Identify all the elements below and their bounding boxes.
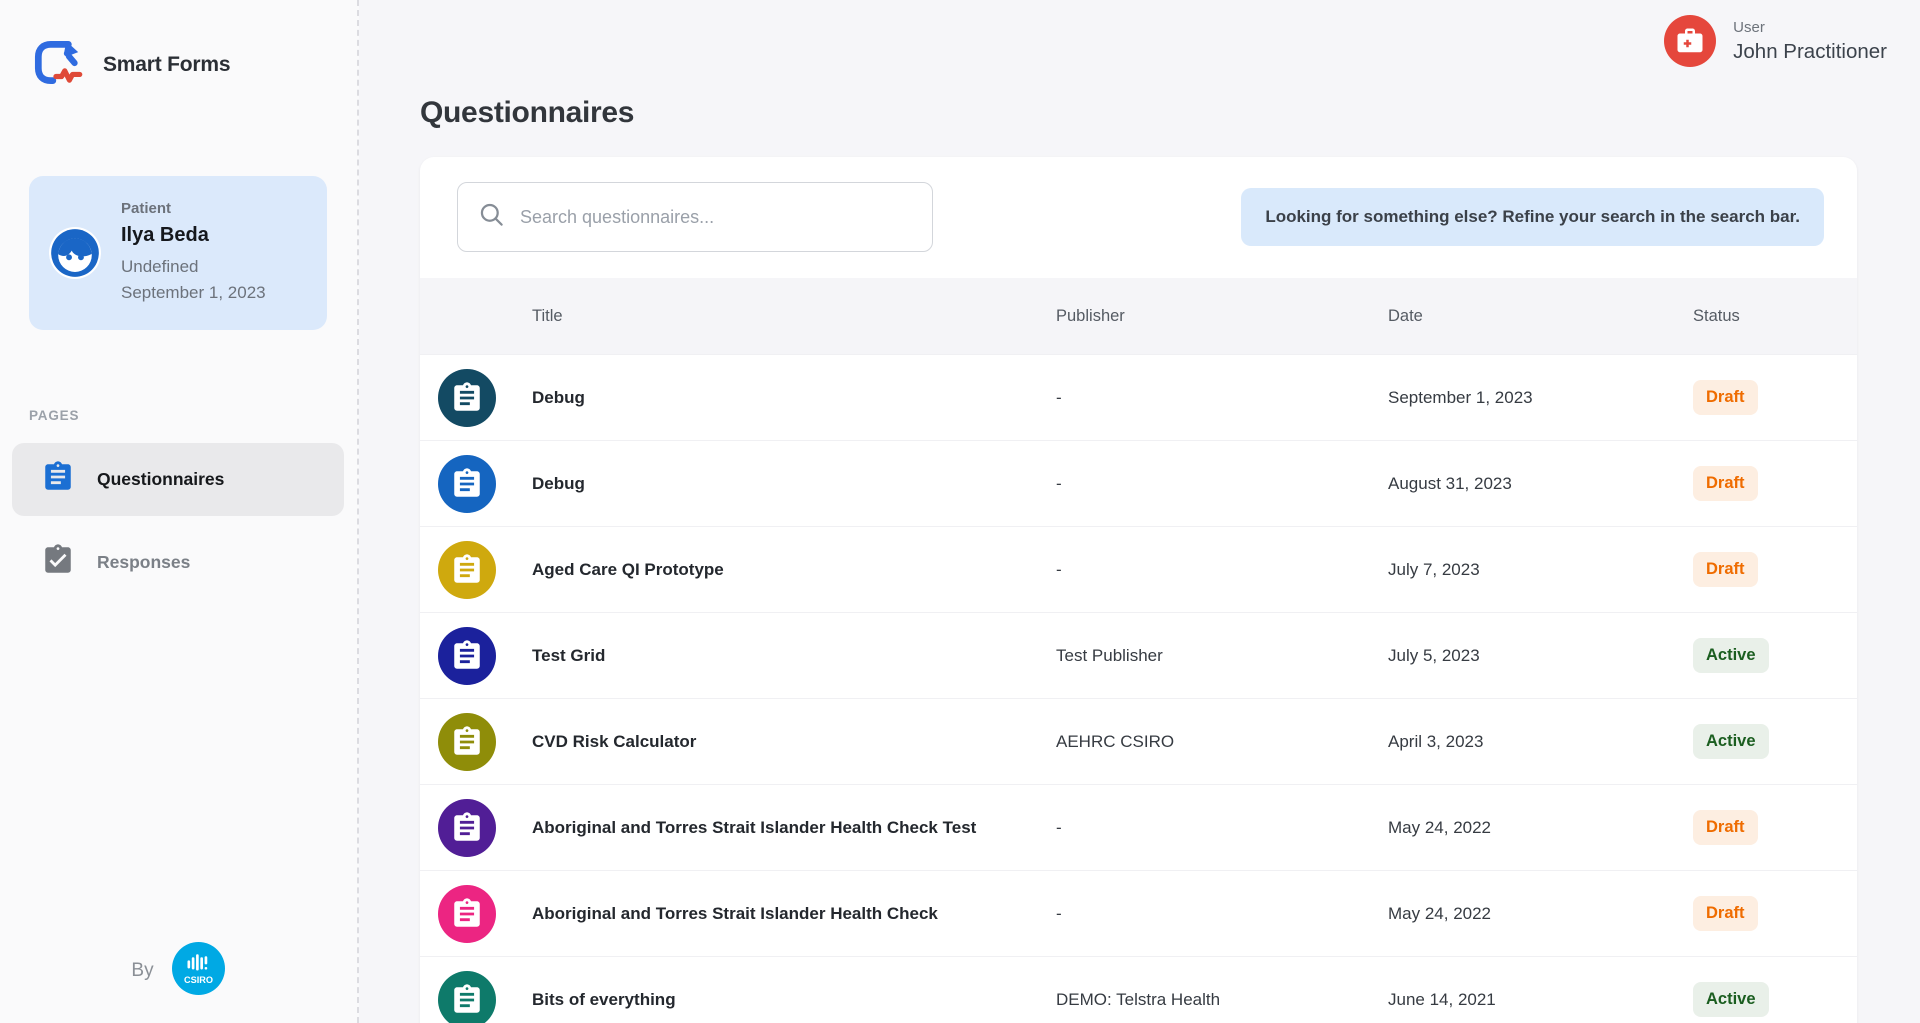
row-publisher: - bbox=[1056, 474, 1388, 494]
sidebar: Smart Forms Patient Ilya Beda Undefined … bbox=[0, 0, 359, 1023]
status-badge: Active bbox=[1693, 982, 1769, 1017]
search-icon bbox=[478, 201, 505, 233]
row-title: Aboriginal and Torres Strait Islander He… bbox=[532, 904, 1056, 924]
row-title: Debug bbox=[532, 388, 1056, 408]
row-publisher: - bbox=[1056, 904, 1388, 924]
row-date: May 24, 2022 bbox=[1388, 818, 1693, 838]
clipboard-icon bbox=[450, 639, 484, 673]
main-content: User John Practitioner Questionnaires Lo… bbox=[359, 0, 1920, 1023]
toolbar: Looking for something else? Refine your … bbox=[420, 157, 1857, 278]
sidebar-item-label: Questionnaires bbox=[97, 469, 224, 490]
table-header: Title Publisher Date Status bbox=[420, 278, 1857, 354]
row-title: Test Grid bbox=[532, 646, 1056, 666]
row-publisher: AEHRC CSIRO bbox=[1056, 732, 1388, 752]
row-avatar bbox=[438, 971, 496, 1023]
smart-forms-logo-icon bbox=[29, 33, 87, 96]
row-publisher: - bbox=[1056, 560, 1388, 580]
user-avatar bbox=[1664, 15, 1716, 67]
medical-bag-icon bbox=[1675, 26, 1705, 56]
table-row[interactable]: Bits of everything DEMO: Telstra Health … bbox=[420, 956, 1857, 1023]
row-date: July 5, 2023 bbox=[1388, 646, 1693, 666]
table-row[interactable]: Debug - September 1, 2023 Draft bbox=[420, 354, 1857, 440]
search-box[interactable] bbox=[457, 182, 933, 252]
row-avatar bbox=[438, 627, 496, 685]
sidebar-footer: By CSIRO bbox=[29, 942, 327, 1000]
sidebar-item-questionnaires[interactable]: Questionnaires bbox=[12, 443, 344, 516]
row-date: September 1, 2023 bbox=[1388, 388, 1693, 408]
row-date: May 24, 2022 bbox=[1388, 904, 1693, 924]
csiro-logo-text: CSIRO bbox=[184, 975, 213, 985]
search-input[interactable] bbox=[520, 207, 912, 228]
status-badge: Draft bbox=[1693, 810, 1758, 845]
pages-section-label: PAGES bbox=[29, 408, 327, 423]
app-logo-row: Smart Forms bbox=[29, 33, 327, 96]
row-publisher: Test Publisher bbox=[1056, 646, 1388, 666]
questionnaires-card: Looking for something else? Refine your … bbox=[420, 157, 1857, 1023]
patient-face-icon bbox=[49, 227, 101, 279]
row-avatar bbox=[438, 541, 496, 599]
user-name: John Practitioner bbox=[1733, 40, 1887, 64]
csiro-logo[interactable]: CSIRO bbox=[172, 942, 225, 1000]
search-hint-banner: Looking for something else? Refine your … bbox=[1241, 188, 1824, 246]
status-badge: Draft bbox=[1693, 552, 1758, 587]
status-badge: Active bbox=[1693, 724, 1769, 759]
status-badge: Active bbox=[1693, 638, 1769, 673]
patient-card: Patient Ilya Beda Undefined September 1,… bbox=[29, 176, 327, 330]
clipboard-icon bbox=[450, 467, 484, 501]
patient-date: September 1, 2023 bbox=[121, 280, 266, 306]
clipboard-icon bbox=[450, 897, 484, 931]
table-body: Debug - September 1, 2023 Draft Debug - … bbox=[420, 354, 1857, 1023]
clipboard-icon bbox=[450, 725, 484, 759]
row-avatar bbox=[438, 799, 496, 857]
user-chip[interactable]: User John Practitioner bbox=[1664, 15, 1887, 67]
patient-label: Patient bbox=[121, 200, 266, 217]
status-badge: Draft bbox=[1693, 896, 1758, 931]
clipboard-icon bbox=[450, 811, 484, 845]
row-title: Aboriginal and Torres Strait Islander He… bbox=[532, 818, 1056, 838]
status-badge: Draft bbox=[1693, 380, 1758, 415]
row-date: August 31, 2023 bbox=[1388, 474, 1693, 494]
col-header-status: Status bbox=[1693, 307, 1833, 326]
patient-name: Ilya Beda bbox=[121, 224, 266, 247]
row-avatar bbox=[438, 455, 496, 513]
row-avatar bbox=[438, 713, 496, 771]
page-title: Questionnaires bbox=[420, 96, 1857, 130]
table-row[interactable]: Aboriginal and Torres Strait Islander He… bbox=[420, 870, 1857, 956]
sidebar-item-label: Responses bbox=[97, 552, 190, 573]
patient-gender: Undefined bbox=[121, 254, 266, 280]
row-avatar bbox=[438, 885, 496, 943]
table-row[interactable]: Aboriginal and Torres Strait Islander He… bbox=[420, 784, 1857, 870]
table-row[interactable]: Aged Care QI Prototype - July 7, 2023 Dr… bbox=[420, 526, 1857, 612]
row-title: Debug bbox=[532, 474, 1056, 494]
row-date: June 14, 2021 bbox=[1388, 990, 1693, 1010]
by-label: By bbox=[131, 960, 153, 982]
row-date: July 7, 2023 bbox=[1388, 560, 1693, 580]
user-role-label: User bbox=[1733, 19, 1887, 36]
assignment-turned-in-icon bbox=[41, 543, 75, 582]
patient-info: Patient Ilya Beda Undefined September 1,… bbox=[121, 200, 266, 306]
row-title: CVD Risk Calculator bbox=[532, 732, 1056, 752]
row-title: Bits of everything bbox=[532, 990, 1056, 1010]
row-publisher: - bbox=[1056, 388, 1388, 408]
table-row[interactable]: Debug - August 31, 2023 Draft bbox=[420, 440, 1857, 526]
table-row[interactable]: CVD Risk Calculator AEHRC CSIRO April 3,… bbox=[420, 698, 1857, 784]
col-header-publisher: Publisher bbox=[1056, 307, 1388, 326]
col-header-title: Title bbox=[532, 307, 1056, 326]
clipboard-icon bbox=[450, 983, 484, 1017]
row-publisher: DEMO: Telstra Health bbox=[1056, 990, 1388, 1010]
clipboard-icon bbox=[450, 381, 484, 415]
assignment-icon bbox=[41, 460, 75, 499]
col-header-date: Date bbox=[1388, 307, 1693, 326]
row-publisher: - bbox=[1056, 818, 1388, 838]
sidebar-nav: Questionnaires Responses bbox=[29, 443, 327, 599]
app-title: Smart Forms bbox=[103, 53, 230, 77]
table-row[interactable]: Test Grid Test Publisher July 5, 2023 Ac… bbox=[420, 612, 1857, 698]
row-title: Aged Care QI Prototype bbox=[532, 560, 1056, 580]
sidebar-item-responses[interactable]: Responses bbox=[12, 526, 344, 599]
row-date: April 3, 2023 bbox=[1388, 732, 1693, 752]
row-avatar bbox=[438, 369, 496, 427]
clipboard-icon bbox=[450, 553, 484, 587]
status-badge: Draft bbox=[1693, 466, 1758, 501]
